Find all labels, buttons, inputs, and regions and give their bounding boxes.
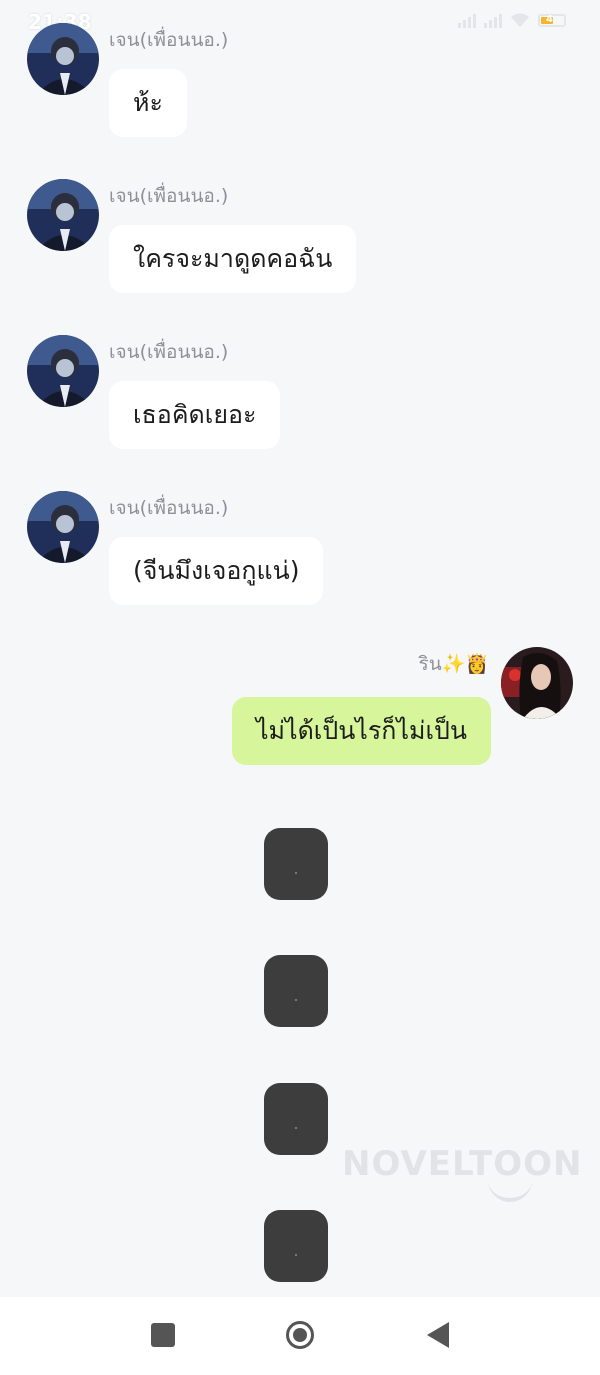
watermark-smile-icon <box>488 1178 532 1202</box>
back-button[interactable] <box>420 1317 456 1353</box>
sender-name: เจน(เพื่อนนอ.) <box>109 185 229 207</box>
message-bubble[interactable]: ห้ะ <box>109 69 187 137</box>
recents-button[interactable] <box>145 1317 181 1353</box>
message-bubble[interactable]: (จีนมึงเจอกูแน่) <box>109 537 324 605</box>
home-button[interactable] <box>282 1317 318 1353</box>
avatar-jen[interactable] <box>27 23 99 95</box>
message-bubble[interactable]: เธอคิดเยอะ <box>109 381 281 449</box>
image-placeholder[interactable] <box>264 955 328 1027</box>
square-icon <box>151 1323 175 1347</box>
battery-icon: 4 <box>538 13 566 27</box>
image-placeholder[interactable] <box>264 828 328 900</box>
back-triangle-icon <box>427 1322 449 1348</box>
message-bubble[interactable]: ไม่ได้เป็นไรก็ไม่เป็น <box>231 697 491 765</box>
message-bubble[interactable]: ใครจะมาดูดคอฉัน <box>109 225 357 293</box>
avatar-jen[interactable] <box>27 335 99 407</box>
avatar-rin[interactable] <box>501 647 573 719</box>
signal-icon <box>458 12 476 28</box>
navigation-bar <box>0 1297 600 1375</box>
image-placeholder[interactable] <box>264 1210 328 1282</box>
image-placeholder[interactable] <box>264 1083 328 1155</box>
signal-icon-2 <box>484 12 502 28</box>
sender-name: เจน(เพื่อนนอ.) <box>109 497 229 519</box>
watermark-logo: NOVELTOON <box>342 1144 583 1184</box>
avatar-jen[interactable] <box>27 179 99 251</box>
sender-name: เจน(เพื่อนนอ.) <box>109 29 229 51</box>
status-icons: 4 <box>458 12 566 28</box>
home-circle-icon <box>286 1321 314 1349</box>
sender-name: เจน(เพื่อนนอ.) <box>109 341 229 363</box>
avatar-jen[interactable] <box>27 491 99 563</box>
wifi-icon <box>510 12 530 28</box>
sender-name: ริน✨👸 <box>418 653 489 675</box>
